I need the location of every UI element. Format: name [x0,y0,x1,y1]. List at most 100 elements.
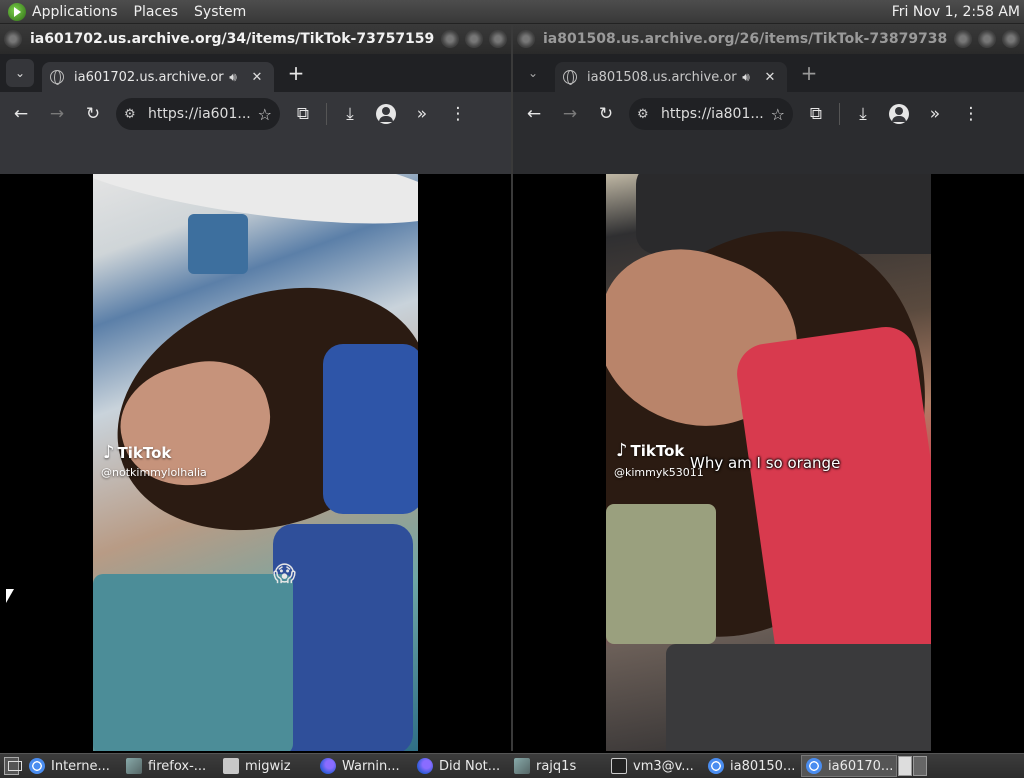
browser-window-left: ia601702.us.archive.org/34/items/TikTok-… [0,24,511,751]
taskbar-button-label: ia80150... [730,758,796,774]
pool-shape [93,574,293,751]
ceiling-shape [93,174,418,242]
profile-icon[interactable] [884,99,914,129]
mouse-cursor-icon [6,589,14,603]
workspace-1[interactable] [898,756,912,776]
tab-search-chevron-down-icon[interactable]: ⌄ [6,59,34,87]
reload-icon[interactable]: ↻ [78,99,108,129]
new-tab-plus-icon[interactable]: + [795,61,823,85]
window-menu-button[interactable] [517,30,535,48]
taskbar-button-label: ia60170... [828,758,892,774]
show-desktop-icon[interactable] [4,757,22,775]
extensions-puzzle-icon[interactable]: ⧉ [801,99,831,129]
taskbar-button-label: firefox-... [148,758,207,774]
panel-clock[interactable]: Fri Nov 1, 2:58 AM [892,4,1020,20]
minimize-button[interactable] [441,30,459,48]
tab-strip: ⌄ ia601702.us.archive.org/3 🔊︎ ✕ + [0,54,511,92]
taskbar-button[interactable]: firefox-... [122,755,218,777]
page-viewport[interactable]: ♪ TikTok @kimmyk53011 Why am I so orange [513,174,1024,751]
globe-icon [50,70,64,85]
close-window-button[interactable] [1002,30,1020,48]
window-titlebar[interactable]: ia601702.us.archive.org/34/items/TikTok-… [0,24,511,54]
new-tab-plus-icon[interactable]: + [282,61,310,85]
reload-icon[interactable]: ↻ [591,99,621,129]
shirt-top-shape [323,344,418,514]
system-menu[interactable]: System [194,4,246,20]
taskbar-button[interactable]: migwiz [219,755,315,777]
speaker-icon[interactable]: 🔊︎ [737,70,755,85]
minimize-button[interactable] [954,30,972,48]
page-viewport[interactable]: ♪ TikTok @notkimmylolhalia 😱 [0,174,511,751]
distro-logo-icon[interactable] [8,2,26,21]
taskbar-button[interactable]: Interne... [25,755,121,777]
chevron-more-icon[interactable]: » [920,99,950,129]
shirt-shape [733,323,931,685]
workspace-pager[interactable] [898,756,928,776]
chevron-more-icon[interactable]: » [407,99,437,129]
close-tab-icon[interactable]: ✕ [761,70,779,85]
tiktok-brand: TikTok [630,441,685,460]
site-info-icon[interactable]: ⚙︎ [124,107,142,122]
chrome-icon [29,758,45,774]
back-arrow-icon[interactable]: ← [519,99,549,129]
taskbar-button-label: Did Not... [439,758,501,774]
forward-arrow-icon[interactable]: → [555,99,585,129]
tiktok-video[interactable]: ♪ TikTok @kimmyk53011 Why am I so orange [606,174,931,751]
bookmark-star-icon[interactable]: ☆ [258,105,272,124]
screaming-face-emoji: 😱 [273,562,296,587]
app-icon [126,758,142,774]
tab-search-chevron-down-icon[interactable]: ⌄ [519,59,547,87]
places-menu[interactable]: Places [134,4,179,20]
toolbar-spacer [0,136,511,174]
taskbar-button[interactable]: Did Not... [413,755,509,777]
taskbar-button-label: Interne... [51,758,110,774]
app-icon [514,758,530,774]
speaker-icon[interactable]: 🔊︎ [224,70,242,85]
tiktok-note-icon: ♪ [103,442,115,463]
taskbar-button[interactable]: ia60170... [801,755,897,777]
toolbar-spacer [513,136,1024,174]
bookmark-star-icon[interactable]: ☆ [771,105,785,124]
close-tab-icon[interactable]: ✕ [248,70,266,85]
site-info-icon[interactable]: ⚙︎ [637,107,655,122]
car-window-shape [606,504,716,644]
taskbar-button[interactable]: rajq1s [510,755,606,777]
back-arrow-icon[interactable]: ← [6,99,36,129]
kebab-menu-icon[interactable]: ⋮ [956,99,986,129]
window-titlebar[interactable]: ia801508.us.archive.org/26/items/TikTok-… [513,24,1024,54]
download-icon[interactable]: ⤓ [848,99,878,129]
address-bar[interactable]: ⚙︎ https://ia801... ☆ [629,98,793,130]
tiktok-brand: TikTok [117,443,172,462]
tiktok-logo: ♪ TikTok [103,442,171,463]
address-bar[interactable]: ⚙︎ https://ia601... ☆ [116,98,280,130]
toolbar-separator [839,103,840,125]
car-interior-shape [666,644,931,751]
taskbar-button[interactable]: ia80150... [704,755,800,777]
taskbar-button[interactable]: Warnin... [316,755,412,777]
download-icon[interactable]: ⤓ [335,99,365,129]
browser-tab[interactable]: ia801508.us.archive.org/ 🔊︎ ✕ [555,62,787,92]
tiktok-video[interactable]: ♪ TikTok @notkimmylolhalia 😱 [93,174,418,751]
bottom-taskbar: Interne... firefox-... migwiz Warnin... Did … [0,753,1024,778]
folder-icon [223,758,239,774]
workspace-2[interactable] [913,756,927,776]
firefox-icon [320,758,336,774]
close-window-button[interactable] [489,30,507,48]
maximize-button[interactable] [978,30,996,48]
taskbar-button[interactable]: vm3@v... [607,755,703,777]
browser-tab[interactable]: ia601702.us.archive.org/3 🔊︎ ✕ [42,62,274,92]
video-caption: Why am I so orange [690,454,841,472]
kebab-menu-icon[interactable]: ⋮ [443,99,473,129]
tiktok-logo: ♪ TikTok [616,440,684,461]
tab-strip: ⌄ ia801508.us.archive.org/ 🔊︎ ✕ + [513,54,1024,92]
top-panel: Applications Places System Fri Nov 1, 2:… [0,0,1024,24]
url-text[interactable]: https://ia601... [148,106,254,122]
url-text[interactable]: https://ia801... [661,106,767,122]
applications-menu[interactable]: Applications [32,4,118,20]
browser-toolbar: ← → ↻ ⚙︎ https://ia601... ☆ ⧉ ⤓ » ⋮ [0,92,511,136]
profile-icon[interactable] [371,99,401,129]
maximize-button[interactable] [465,30,483,48]
window-menu-button[interactable] [4,30,22,48]
forward-arrow-icon[interactable]: → [42,99,72,129]
extensions-puzzle-icon[interactable]: ⧉ [288,99,318,129]
